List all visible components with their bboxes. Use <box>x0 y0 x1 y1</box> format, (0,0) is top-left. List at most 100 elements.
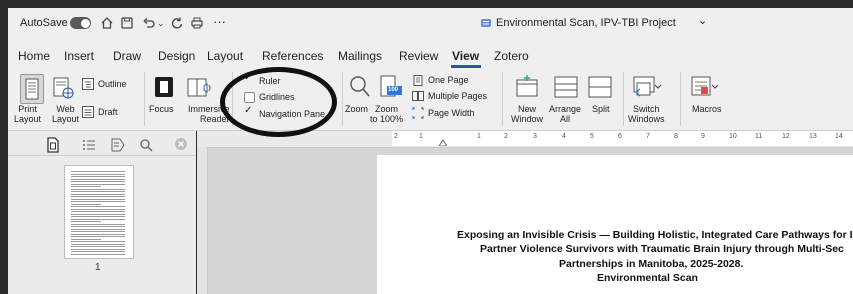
thumbnail-line <box>71 196 125 197</box>
page-thumbnail[interactable] <box>64 165 134 259</box>
focus-label: Focus <box>149 104 174 114</box>
arrange-all-icon[interactable] <box>553 74 579 100</box>
thumbnail-line <box>71 186 101 187</box>
thumbnail-line <box>71 198 125 200</box>
ruler-number: 7 <box>646 133 650 140</box>
thumbnail-line <box>71 221 101 222</box>
document-title-line-2[interactable]: Partner Violence Survivors with Traumati… <box>480 243 844 255</box>
arrange-all-label: Arrange All <box>549 104 582 124</box>
thumbnail-line <box>71 206 125 207</box>
web-layout-label: Web Layout <box>52 104 80 124</box>
document-page[interactable]: Exposing an Invisible Crisis — Building … <box>377 155 853 294</box>
document-subtitle[interactable]: Environmental Scan <box>597 272 698 284</box>
ribbon-separator <box>144 72 145 126</box>
document-title-line-3[interactable]: Partnerships in Manitoba, 2025-2028. <box>559 258 743 270</box>
thumbnail-line <box>71 248 125 250</box>
thumbnail-line <box>71 238 101 240</box>
home-icon[interactable] <box>100 16 114 30</box>
thumbnail-line <box>71 208 125 210</box>
zoom-label: Zoom <box>345 104 369 114</box>
ribbon-tabs: Home Insert Draw Design Layout Reference… <box>8 38 853 68</box>
tab-design[interactable]: Design <box>158 49 195 63</box>
ruler-number: 2 <box>504 133 508 140</box>
thumbnail-line <box>71 218 125 220</box>
macros-label: Macros <box>692 104 722 114</box>
immersive-reader-icon[interactable] <box>186 74 212 100</box>
print-layout-label: Print Layout <box>14 104 42 124</box>
tab-insert[interactable]: Insert <box>64 49 94 63</box>
ruler-number: 10 <box>729 133 737 140</box>
one-page-button[interactable]: One Page <box>428 75 469 85</box>
thumbnail-line <box>71 183 125 185</box>
document-outline-icon[interactable] <box>110 137 126 153</box>
draft-button[interactable]: Draft <box>98 107 118 117</box>
multiple-pages-icon[interactable] <box>412 91 424 101</box>
tab-zotero[interactable]: Zotero <box>494 49 529 63</box>
ruler-number: 12 <box>782 133 790 140</box>
search-icon[interactable] <box>139 137 153 153</box>
thumbnail-line <box>71 223 125 225</box>
tab-home[interactable]: Home <box>18 49 50 63</box>
tab-mailings[interactable]: Mailings <box>338 49 382 63</box>
undo-dropdown-icon[interactable]: ⌄ <box>157 18 165 29</box>
zoom-badge: 100 <box>388 87 399 93</box>
thumbnail-line <box>71 203 101 205</box>
ribbon-separator <box>342 72 343 126</box>
tab-layout[interactable]: Layout <box>207 49 243 63</box>
thumbnail-line <box>71 231 125 232</box>
page-thumbnail-number: 1 <box>95 262 101 273</box>
save-icon[interactable] <box>120 16 134 30</box>
page-width-button[interactable]: Page Width <box>428 108 475 118</box>
ruler-number: 14 <box>835 133 843 140</box>
indent-marker-icon[interactable] <box>439 139 447 146</box>
vertical-ruler[interactable] <box>197 147 208 294</box>
print-layout-button[interactable] <box>20 74 44 104</box>
more-commands-button[interactable]: ··· <box>213 14 226 29</box>
autosave-label: AutoSave <box>20 17 68 29</box>
outline-icon[interactable] <box>82 78 94 90</box>
thumbnail-line <box>71 236 125 237</box>
document-title-line-1[interactable]: Exposing an Invisible Crisis — Building … <box>457 229 853 241</box>
ruler-number: 1 <box>419 133 423 140</box>
ribbon-separator <box>623 72 624 126</box>
thumbnail-line <box>71 181 125 182</box>
pane-divider <box>8 155 196 156</box>
thumbnail-line <box>71 188 125 190</box>
tab-references[interactable]: References <box>262 49 323 63</box>
page-width-icon[interactable] <box>412 107 424 119</box>
switch-windows-icon[interactable] <box>632 74 662 100</box>
tab-review[interactable]: Review <box>399 49 438 63</box>
document-title-chevron-icon[interactable]: ⌄ <box>698 14 707 27</box>
thumbnail-line <box>71 171 125 172</box>
outline-button[interactable]: Outline <box>98 79 127 89</box>
ribbon-view: Print Layout Web Layout Outline Draft Fo… <box>8 68 853 131</box>
redo-icon[interactable] <box>170 16 184 30</box>
ruler-number: 3 <box>533 133 537 140</box>
ruler-number: 13 <box>809 133 817 140</box>
close-icon[interactable] <box>174 137 188 151</box>
thumbnail-line <box>71 211 125 212</box>
zoom-to-100-label: Zoom to 100% <box>370 104 404 124</box>
focus-icon[interactable] <box>154 76 174 98</box>
tab-draw[interactable]: Draw <box>113 49 141 63</box>
split-icon[interactable] <box>587 74 613 100</box>
ruler-number: 4 <box>562 133 566 140</box>
macros-icon[interactable] <box>690 74 720 100</box>
zoom-icon[interactable] <box>348 74 372 100</box>
headings-icon[interactable] <box>82 137 96 153</box>
print-icon[interactable] <box>190 16 204 30</box>
multiple-pages-button[interactable]: Multiple Pages <box>428 91 487 101</box>
undo-icon[interactable] <box>142 16 156 30</box>
autosave-toggle[interactable] <box>70 17 91 29</box>
thumbnail-line <box>71 201 125 202</box>
draft-icon[interactable] <box>82 106 94 118</box>
zoom-to-100-icon[interactable]: 100 <box>378 74 404 100</box>
thumbnails-icon[interactable] <box>46 137 60 153</box>
tab-view[interactable]: View <box>452 49 479 63</box>
new-window-icon[interactable] <box>514 74 540 100</box>
web-layout-button[interactable] <box>52 76 74 100</box>
switch-windows-label: Switch Windows <box>628 104 665 124</box>
thumbnail-line <box>71 191 125 192</box>
document-title[interactable]: Environmental Scan, IPV-TBI Project <box>496 17 676 29</box>
one-page-icon[interactable] <box>413 75 423 86</box>
